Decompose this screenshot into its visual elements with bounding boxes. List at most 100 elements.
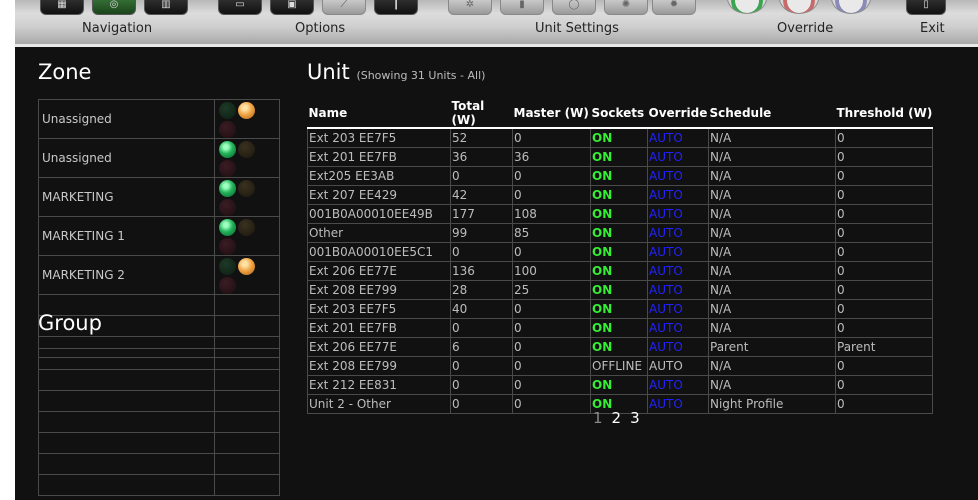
table-row[interactable]: Ext 208 EE799 0 0 OFFLINE AUTO N/A 0 [307, 355, 933, 376]
table-row[interactable]: Ext 206 EE77E 6 0 ON AUTO Parent Parent [307, 336, 933, 357]
group-row [38, 390, 280, 412]
group-name-cell [38, 369, 215, 391]
group-title: Group [38, 311, 102, 335]
table-row[interactable]: Ext 201 EE7FB 0 0 ON AUTO N/A 0 [307, 317, 933, 338]
override-mode-cell[interactable]: AUTO [647, 260, 709, 281]
exit-label: Exit [920, 21, 945, 36]
red-led-icon [219, 238, 236, 255]
options-tools-button[interactable]: ⟋ [322, 0, 366, 15]
table-row[interactable]: Other 99 85 ON AUTO N/A 0 [307, 222, 933, 243]
override-mode-cell[interactable]: AUTO [647, 355, 709, 376]
override-mode-cell[interactable]: AUTO [647, 317, 709, 338]
nav-grid-button[interactable]: ▦ [40, 0, 84, 15]
table-row[interactable]: Ext 208 EE799 28 25 ON AUTO N/A 0 [307, 279, 933, 300]
group-row [38, 432, 280, 454]
override-mode-cell[interactable]: AUTO [647, 184, 709, 205]
override-mode-cell[interactable]: AUTO [647, 222, 709, 243]
nav-globe-button[interactable]: ◎ [92, 0, 136, 15]
schedule-cell: Night Profile [708, 393, 836, 414]
override-mode-cell[interactable]: AUTO [647, 146, 709, 167]
red-led-icon [219, 277, 236, 294]
total-watts-cell: 99 [450, 222, 513, 243]
options-printer-button[interactable]: ▭ [218, 0, 262, 15]
override-auto-button[interactable] [831, 0, 871, 14]
options-calendar-button[interactable]: ▣ [270, 0, 314, 15]
unit-name-cell[interactable]: Ext 207 EE429 [307, 184, 451, 205]
master-watts-cell: 85 [512, 222, 591, 243]
unit-settings-gear-button[interactable]: ✲ [448, 0, 492, 15]
table-row[interactable]: Ext 212 EE831 0 0 ON AUTO N/A 0 [307, 374, 933, 395]
override-mode-cell[interactable]: AUTO [647, 336, 709, 357]
toolbar: ▦ ◎ ▥ ▭ ▣ ⟋ ┃ ✲ ▮ ◯ ✺ ✹ ▯ Navigation Opt… [15, 0, 978, 44]
sockets-status-cell: ON [590, 203, 648, 224]
override-mode-cell[interactable]: AUTO [647, 374, 709, 395]
options-plug-button[interactable]: ┃ [374, 0, 418, 15]
override-mode-cell[interactable]: AUTO [647, 279, 709, 300]
unit-settings-ring-button[interactable]: ◯ [552, 0, 596, 15]
unit-settings-burst-button[interactable]: ✺ [604, 0, 648, 15]
table-row[interactable]: 001B0A00010EE49B 177 108 ON AUTO N/A 0 [307, 203, 933, 224]
unit-name-cell[interactable]: Ext 208 EE799 [307, 355, 451, 376]
unit-name-cell[interactable]: Ext 206 EE77E [307, 336, 451, 357]
override-off-button[interactable] [779, 0, 819, 14]
table-row[interactable]: Ext205 EE3AB 0 0 ON AUTO N/A 0 [307, 165, 933, 186]
zone-row[interactable]: Unassigned [38, 99, 280, 139]
override-mode-cell[interactable]: AUTO [647, 393, 709, 414]
master-watts-cell: 36 [512, 146, 591, 167]
group-status-cell [214, 369, 280, 391]
total-watts-cell: 36 [450, 146, 513, 167]
threshold-watts-cell: 0 [835, 203, 933, 224]
column-header: Sockets [590, 99, 648, 129]
table-row[interactable]: 001B0A00010EE5C1 0 0 ON AUTO N/A 0 [307, 241, 933, 262]
page-link-3[interactable]: 3 [630, 409, 640, 427]
unit-name-cell[interactable]: Ext 208 EE799 [307, 279, 451, 300]
column-header: Schedule [708, 99, 836, 129]
zone-row[interactable]: MARKETING 1 [38, 216, 280, 256]
layout-icon: ▥ [161, 0, 171, 10]
unit-name-cell[interactable]: 001B0A00010EE5C1 [307, 241, 451, 262]
unit-name-cell[interactable]: Ext 201 EE7FB [307, 317, 451, 338]
nav-layout-button[interactable]: ▥ [144, 0, 188, 15]
override-mode-cell[interactable]: AUTO [647, 127, 709, 148]
override-mode-cell[interactable]: AUTO [647, 241, 709, 262]
column-header: Threshold (W) [835, 99, 933, 129]
unit-name-cell[interactable]: Ext205 EE3AB [307, 165, 451, 186]
zone-status-cell [214, 177, 280, 217]
orange-led-icon [238, 219, 255, 236]
zone-row[interactable]: MARKETING 2 [38, 255, 280, 295]
override-mode-cell[interactable]: AUTO [647, 298, 709, 319]
sockets-status-cell: ON [590, 260, 648, 281]
unit-settings-socket-button[interactable]: ▮ [500, 0, 544, 15]
schedule-cell: N/A [708, 260, 836, 281]
unit-name-cell[interactable]: Ext 203 EE7F5 [307, 127, 451, 148]
table-row[interactable]: Ext 203 EE7F5 52 0 ON AUTO N/A 0 [307, 127, 933, 148]
unit-name-cell[interactable]: Ext 212 EE831 [307, 374, 451, 395]
unit-settings-spinner-button[interactable]: ✹ [652, 0, 696, 15]
schedule-cell: N/A [708, 298, 836, 319]
zone-name: Unassigned [42, 151, 112, 165]
table-row[interactable]: Ext 206 EE77E 136 100 ON AUTO N/A 0 [307, 260, 933, 281]
page-link-1[interactable]: 1 [593, 409, 603, 427]
group-name-cell [38, 411, 215, 433]
zone-name-cell: MARKETING 1 [38, 216, 215, 256]
schedule-cell: N/A [708, 127, 836, 148]
table-row[interactable]: Ext 203 EE7F5 40 0 ON AUTO N/A 0 [307, 298, 933, 319]
zone-row[interactable]: MARKETING [38, 177, 280, 217]
zone-status-cell [214, 315, 280, 337]
unit-name-cell[interactable]: Other [307, 222, 451, 243]
override-mode-cell[interactable]: AUTO [647, 203, 709, 224]
unit-name-cell[interactable]: Ext 206 EE77E [307, 260, 451, 281]
unit-settings-label: Unit Settings [535, 21, 619, 36]
table-row[interactable]: Ext 207 EE429 42 0 ON AUTO N/A 0 [307, 184, 933, 205]
unit-name-cell[interactable]: 001B0A00010EE49B [307, 203, 451, 224]
override-on-button[interactable] [727, 0, 767, 14]
exit-button[interactable]: ▯ [906, 0, 946, 15]
unit-name-cell[interactable]: Ext 203 EE7F5 [307, 298, 451, 319]
green-led-icon [219, 180, 236, 197]
table-row[interactable]: Ext 201 EE7FB 36 36 ON AUTO N/A 0 [307, 146, 933, 167]
override-mode-cell[interactable]: AUTO [647, 165, 709, 186]
page-link-2[interactable]: 2 [612, 409, 622, 427]
zone-row[interactable]: Unassigned [38, 138, 280, 178]
unit-name-cell[interactable]: Unit 2 - Other [307, 393, 451, 414]
unit-name-cell[interactable]: Ext 201 EE7FB [307, 146, 451, 167]
